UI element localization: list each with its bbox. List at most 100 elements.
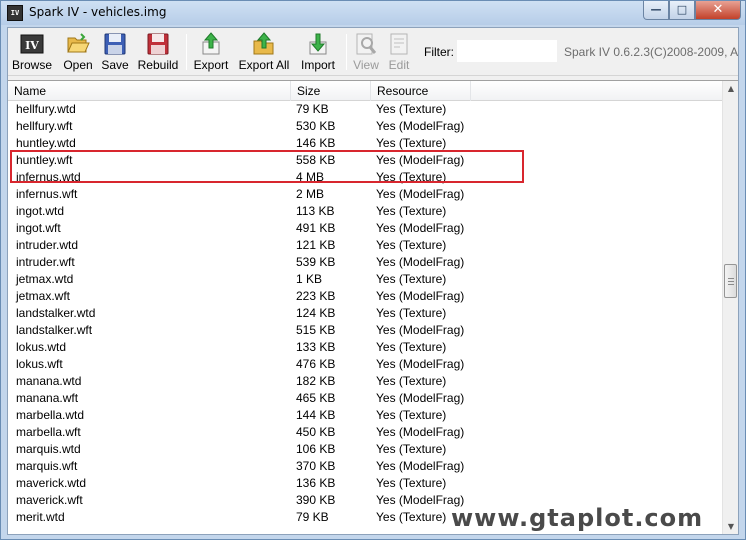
resource-type-cell: Yes (ModelFrag) [376,221,465,235]
resource-type-cell: Yes (Texture) [376,238,447,252]
export-label: Export [193,58,229,72]
filter-input[interactable] [457,40,557,62]
file-size-cell: 124 KB [296,306,336,320]
app-icon[interactable]: IV [7,5,23,21]
file-name-cell: maverick.wtd [16,476,87,490]
file-name-cell: marquis.wtd [16,442,81,456]
table-row[interactable]: marquis.wft 370 KB Yes (ModelFrag) [8,458,722,475]
minimize-button[interactable]: — [643,1,669,20]
client-area: IV Browse Open Save Rebuild Export Expor… [7,27,739,535]
export-all-button[interactable]: Export All [236,30,292,74]
browse-label: Browse [11,58,52,72]
export-arrow-icon [202,32,220,55]
resource-type-cell: Yes (ModelFrag) [376,459,465,473]
file-size-cell: 136 KB [296,476,336,490]
table-row[interactable]: infernus.wft 2 MB Yes (ModelFrag) [8,186,722,203]
spark-iv-logo-icon: IV [20,34,44,54]
file-name-cell: ingot.wtd [16,204,65,218]
grip-line [728,281,734,282]
version-text: Spark IV 0.6.2.3(C)2008-2009, Aru [564,45,738,59]
table-row[interactable]: intruder.wtd 121 KB Yes (Texture) [8,237,722,254]
column-header-size[interactable]: Size [291,81,371,101]
magnifier-icon [356,33,377,55]
resource-type-cell: Yes (Texture) [376,272,447,286]
table-row[interactable]: ingot.wtd 113 KB Yes (Texture) [8,203,722,220]
file-name-cell: jetmax.wft [16,289,71,303]
import-arrow-icon [309,33,327,55]
folder-open-icon [67,33,90,53]
save-button[interactable]: Save [99,30,131,74]
table-row[interactable]: maverick.wtd 136 KB Yes (Texture) [8,475,722,492]
file-size-cell: 370 KB [296,459,336,473]
browse-button[interactable]: IV Browse [10,30,54,74]
scroll-thumb[interactable] [724,264,737,298]
resource-type-cell: Yes (ModelFrag) [376,187,465,201]
resource-type-cell: Yes (ModelFrag) [376,289,465,303]
table-row[interactable]: landstalker.wft 515 KB Yes (ModelFrag) [8,322,722,339]
file-size-cell: 79 KB [296,102,329,116]
scroll-up-button[interactable]: ▲ [723,81,738,97]
column-header-name[interactable]: Name [8,81,291,101]
resource-type-cell: Yes (Texture) [376,102,447,116]
table-row[interactable]: marbella.wtd 144 KB Yes (Texture) [8,407,722,424]
table-row[interactable]: intruder.wft 539 KB Yes (ModelFrag) [8,254,722,271]
file-size-cell: 144 KB [296,408,336,422]
file-size-cell: 182 KB [296,374,336,388]
toolbar-separator [186,34,187,70]
table-row[interactable]: manana.wtd 182 KB Yes (Texture) [8,373,722,390]
resource-type-cell: Yes (Texture) [376,510,447,524]
table-row[interactable]: ingot.wft 491 KB Yes (ModelFrag) [8,220,722,237]
vertical-scrollbar[interactable]: ▲ ▼ [722,81,738,534]
file-name-cell: landstalker.wft [16,323,93,337]
export-button[interactable]: Export [192,30,230,74]
column-header-resource[interactable]: Resource [371,81,471,101]
file-size-cell: 530 KB [296,119,336,133]
maximize-button[interactable]: □ [669,1,695,20]
file-size-cell: 223 KB [296,289,336,303]
table-row[interactable]: manana.wft 465 KB Yes (ModelFrag) [8,390,722,407]
table-row[interactable]: marbella.wft 450 KB Yes (ModelFrag) [8,424,722,441]
scroll-down-button[interactable]: ▼ [723,519,738,534]
file-name-cell: marbella.wtd [16,408,85,422]
table-row[interactable]: jetmax.wft 223 KB Yes (ModelFrag) [8,288,722,305]
maximize-icon: □ [676,3,688,16]
open-button[interactable]: Open [58,30,98,74]
svg-text:IV: IV [25,39,39,52]
resource-type-cell: Yes (Texture) [376,476,447,490]
resource-type-cell: Yes (Texture) [376,374,447,388]
close-button[interactable]: ✕ [695,1,741,20]
grip-line [728,284,734,285]
title-bar[interactable]: IV Spark IV - vehicles.img — □ ✕ [1,1,745,25]
resource-type-cell: Yes (ModelFrag) [376,391,465,405]
rebuild-button[interactable]: Rebuild [135,30,181,74]
file-name-cell: landstalker.wtd [16,306,96,320]
edit-button[interactable]: Edit [384,30,414,74]
table-row[interactable]: lokus.wft 476 KB Yes (ModelFrag) [8,356,722,373]
table-row[interactable]: hellfury.wft 530 KB Yes (ModelFrag) [8,118,722,135]
file-name-cell: intruder.wft [16,255,75,269]
view-button[interactable]: View [350,30,382,74]
file-list[interactable]: Name Size Resource hellfury.wtd 79 KB Yes … [8,80,738,534]
file-size-cell: 491 KB [296,221,336,235]
file-name-cell: ingot.wft [16,221,61,235]
export-all-label: Export All [238,58,290,72]
floppy-rebuild-icon [147,33,169,55]
file-name-cell: marbella.wft [16,425,81,439]
table-row[interactable]: hellfury.wtd 79 KB Yes (Texture) [8,101,722,118]
document-edit-icon [390,33,408,55]
table-row[interactable]: landstalker.wtd 124 KB Yes (Texture) [8,305,722,322]
import-button[interactable]: Import [296,30,340,74]
table-row[interactable]: marquis.wtd 106 KB Yes (Texture) [8,441,722,458]
file-name-cell: lokus.wft [16,357,63,371]
table-row[interactable]: lokus.wtd 133 KB Yes (Texture) [8,339,722,356]
toolbar: IV Browse Open Save Rebuild Export Expor… [8,28,738,76]
file-size-cell: 113 KB [296,204,335,218]
table-row[interactable]: jetmax.wtd 1 KB Yes (Texture) [8,271,722,288]
resource-type-cell: Yes (ModelFrag) [376,425,465,439]
file-size-cell: 390 KB [296,493,336,507]
resource-type-cell: Yes (Texture) [376,442,447,456]
resource-type-cell: Yes (Texture) [376,408,447,422]
floppy-disk-icon [104,33,126,55]
resource-type-cell: Yes (ModelFrag) [376,323,465,337]
highlight-annotation [10,150,524,183]
